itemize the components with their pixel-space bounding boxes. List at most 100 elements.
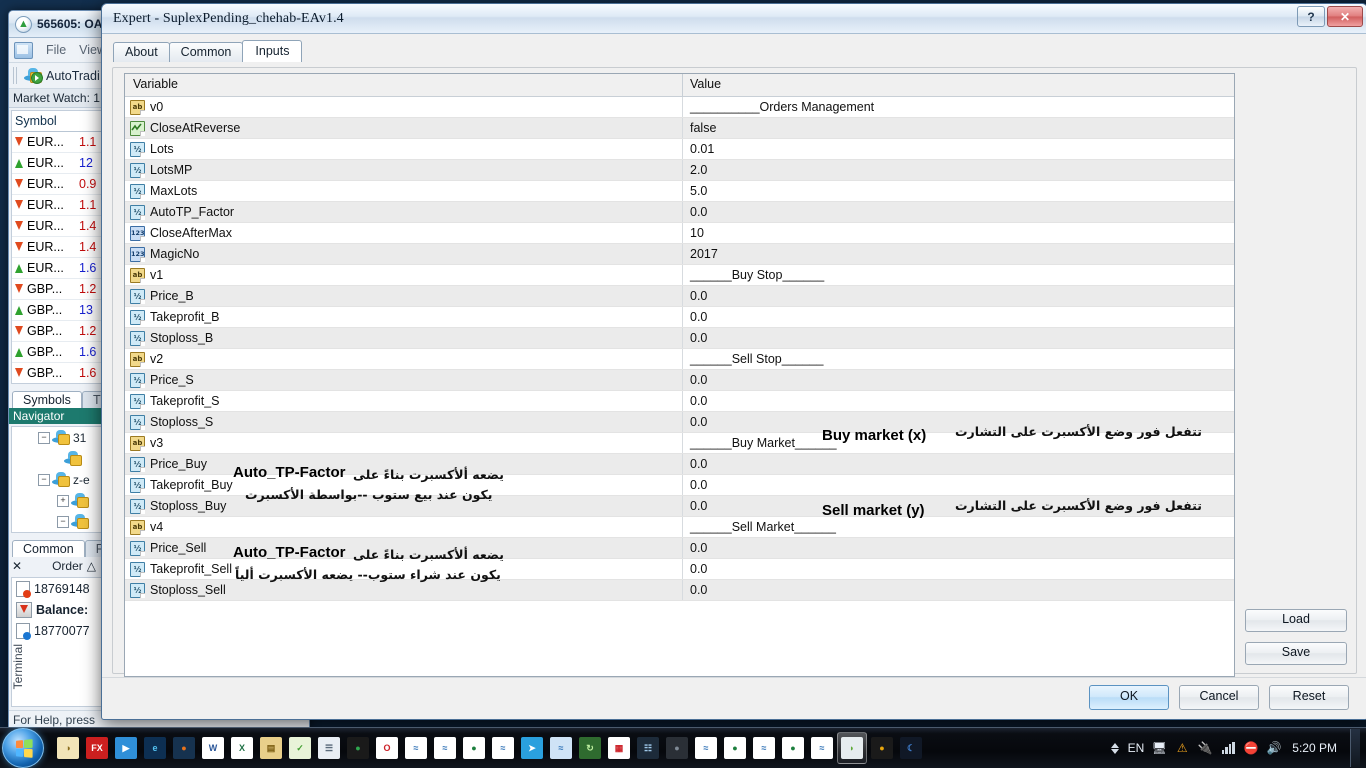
variable-cell[interactable]: 123 CloseAfterMax <box>125 223 683 243</box>
grid-row[interactable]: ½ Price_S 0.0 <box>125 370 1234 391</box>
reset-button[interactable]: Reset <box>1269 685 1349 710</box>
variable-cell[interactable]: ½ Stoploss_Sell <box>125 580 683 600</box>
cancel-button[interactable]: Cancel <box>1179 685 1259 710</box>
language-indicator[interactable]: EN <box>1128 741 1145 755</box>
column-symbol[interactable]: Symbol <box>12 111 77 131</box>
load-button[interactable]: Load <box>1245 609 1347 632</box>
tab-common[interactable]: Common <box>12 540 85 557</box>
taskbar-item-firefox[interactable]: ● <box>170 733 198 763</box>
value-cell[interactable]: ______Buy Market______ <box>683 433 1234 453</box>
value-cell[interactable]: 0.0 <box>683 454 1234 474</box>
variable-cell[interactable]: ½ Takeprofit_Buy <box>125 475 683 495</box>
taskbar-item-mt4-window-2[interactable]: ≈ <box>431 733 459 763</box>
tab-common[interactable]: Common <box>168 42 244 62</box>
value-cell[interactable]: ______Sell Market______ <box>683 517 1234 537</box>
taskbar-item-mt4-window-6[interactable]: ≈ <box>750 733 778 763</box>
inputs-grid[interactable]: Variable Value ab v0 __________Orders Mana… <box>124 73 1235 677</box>
grid-row[interactable]: ab v3 ______Buy Market______ <box>125 433 1234 454</box>
value-cell[interactable]: 0.0 <box>683 370 1234 390</box>
grid-row[interactable]: ½ AutoTP_Factor 0.0 <box>125 202 1234 223</box>
variable-cell[interactable]: ½ Price_B <box>125 286 683 306</box>
taskbar-item-excel[interactable]: X <box>228 733 256 763</box>
taskbar-item-mt4-window-1[interactable]: ≈ <box>402 733 430 763</box>
grid-row[interactable]: ½ Takeprofit_Sell 0.0 <box>125 559 1234 580</box>
autotrading-button[interactable]: AutoTradi <box>24 68 100 84</box>
close-button[interactable]: ✕ <box>1327 6 1363 27</box>
value-cell[interactable]: 2.0 <box>683 160 1234 180</box>
value-cell[interactable]: ______Sell Stop______ <box>683 349 1234 369</box>
taskbar-item-fxpro-app[interactable]: FX <box>83 733 111 763</box>
grid-row[interactable]: ½ Takeprofit_Buy 0.0 <box>125 475 1234 496</box>
grid-row[interactable]: ½ Stoploss_Sell 0.0 <box>125 580 1234 601</box>
taskbar-item-mt5-window-3[interactable]: ● <box>779 733 807 763</box>
variable-cell[interactable]: ½ Stoploss_B <box>125 328 683 348</box>
taskbar-item-installer-app[interactable]: ↻ <box>576 733 604 763</box>
taskbar-item-chrome[interactable]: ● <box>344 733 372 763</box>
value-cell[interactable]: 0.0 <box>683 475 1234 495</box>
grid-row[interactable]: ab v1 ______Buy Stop______ <box>125 265 1234 286</box>
grid-row[interactable]: ½ Price_B 0.0 <box>125 286 1234 307</box>
taskbar-item-mt4-window-4[interactable]: ≈ <box>547 733 575 763</box>
ok-button[interactable]: OK <box>1089 685 1169 710</box>
taskbar-item-word[interactable]: W <box>199 733 227 763</box>
grid-row[interactable]: ½ Price_Buy 0.0 <box>125 454 1234 475</box>
value-cell[interactable]: 0.01 <box>683 139 1234 159</box>
value-cell[interactable]: false <box>683 118 1234 138</box>
value-cell[interactable]: __________Orders Management <box>683 97 1234 117</box>
taskbar-item-lock-app[interactable]: ● <box>868 733 896 763</box>
variable-cell[interactable]: ½ Price_S <box>125 370 683 390</box>
grid-row[interactable]: ½ LotsMP 2.0 <box>125 160 1234 181</box>
value-cell[interactable]: 0.0 <box>683 559 1234 579</box>
variable-cell[interactable]: ½ AutoTP_Factor <box>125 202 683 222</box>
variable-cell[interactable]: ab v0 <box>125 97 683 117</box>
taskbar-item-notepad[interactable]: ☰ <box>315 733 343 763</box>
sort-arrow-icon[interactable]: △ <box>87 559 96 573</box>
window-buttons[interactable]: ? ✕ <box>1297 6 1363 27</box>
tab-inputs[interactable]: Inputs <box>242 40 303 62</box>
dialog-title-bar[interactable]: Expert - SuplexPending_chehab-EAv1.4 ? ✕ <box>102 4 1366 34</box>
taskbar-item-mt4-window-3[interactable]: ≈ <box>489 733 517 763</box>
grid-row[interactable]: ab v0 __________Orders Management <box>125 97 1234 118</box>
grid-row[interactable]: 123 CloseAfterMax 10 <box>125 223 1234 244</box>
variable-cell[interactable]: ½ Stoploss_S <box>125 412 683 432</box>
start-button[interactable] <box>2 728 44 768</box>
grid-row[interactable]: ½ MaxLots 5.0 <box>125 181 1234 202</box>
volume-icon[interactable]: 🔊 <box>1266 740 1282 756</box>
preset-buttons[interactable]: Load Save <box>1245 609 1347 675</box>
grid-row[interactable]: ab v4 ______Sell Market______ <box>125 517 1234 538</box>
help-button[interactable]: ? <box>1297 6 1325 27</box>
value-cell[interactable]: 0.0 <box>683 538 1234 558</box>
close-icon[interactable]: ✕ <box>12 559 22 573</box>
grid-row[interactable]: ab v2 ______Sell Stop______ <box>125 349 1234 370</box>
taskbar-item-news-app[interactable]: ▦ <box>605 733 633 763</box>
value-cell[interactable]: 0.0 <box>683 202 1234 222</box>
grid-row[interactable]: CloseAtReverse false <box>125 118 1234 139</box>
collapse-icon[interactable]: − <box>57 515 69 528</box>
grid-row[interactable]: ½ Stoploss_S 0.0 <box>125 412 1234 433</box>
signal-icon[interactable] <box>1220 740 1236 756</box>
variable-cell[interactable]: ½ Takeprofit_Sell <box>125 559 683 579</box>
value-cell[interactable]: 0.0 <box>683 412 1234 432</box>
grid-row[interactable]: ½ Takeprofit_B 0.0 <box>125 307 1234 328</box>
taskbar-item-telegram[interactable]: ➤ <box>518 733 546 763</box>
collapse-icon[interactable]: − <box>38 473 50 486</box>
grid-row[interactable]: ½ Lots 0.01 <box>125 139 1234 160</box>
taskbar-item-notes-app[interactable]: ◑ <box>54 733 82 763</box>
variable-cell[interactable]: ½ MaxLots <box>125 181 683 201</box>
monitor-icon[interactable]: 🖥 <box>1151 740 1167 756</box>
taskbar-item-mt4-window-7[interactable]: ≈ <box>808 733 836 763</box>
show-desktop-button[interactable] <box>1350 729 1360 767</box>
windows-taskbar[interactable]: ◑ FX ▶ e ● W X ▤ ✓ ☰ ● O ≈ ≈ ● ≈ ➤ ≈ ↻ ▦ ☷ ● ≈ ● ≈ ● ≈ ◗ ● ☾ EN 🖥 ⚠ 🔌… <box>0 727 1366 768</box>
taskbar-item-internet-explorer[interactable]: e <box>141 733 169 763</box>
value-cell[interactable]: 0.0 <box>683 391 1234 411</box>
variable-cell[interactable]: ½ LotsMP <box>125 160 683 180</box>
grid-row[interactable]: 123 MagicNo 2017 <box>125 244 1234 265</box>
variable-cell[interactable]: 123 MagicNo <box>125 244 683 264</box>
value-cell[interactable]: ______Buy Stop______ <box>683 265 1234 285</box>
taskbar-item-moon-app[interactable]: ☾ <box>897 733 925 763</box>
save-button[interactable]: Save <box>1245 642 1347 665</box>
clock[interactable]: 5:20 PM <box>1292 741 1337 755</box>
value-cell[interactable]: 5.0 <box>683 181 1234 201</box>
collapse-icon[interactable]: − <box>38 431 50 444</box>
taskbar-item-metaeditor[interactable]: ✓ <box>286 733 314 763</box>
